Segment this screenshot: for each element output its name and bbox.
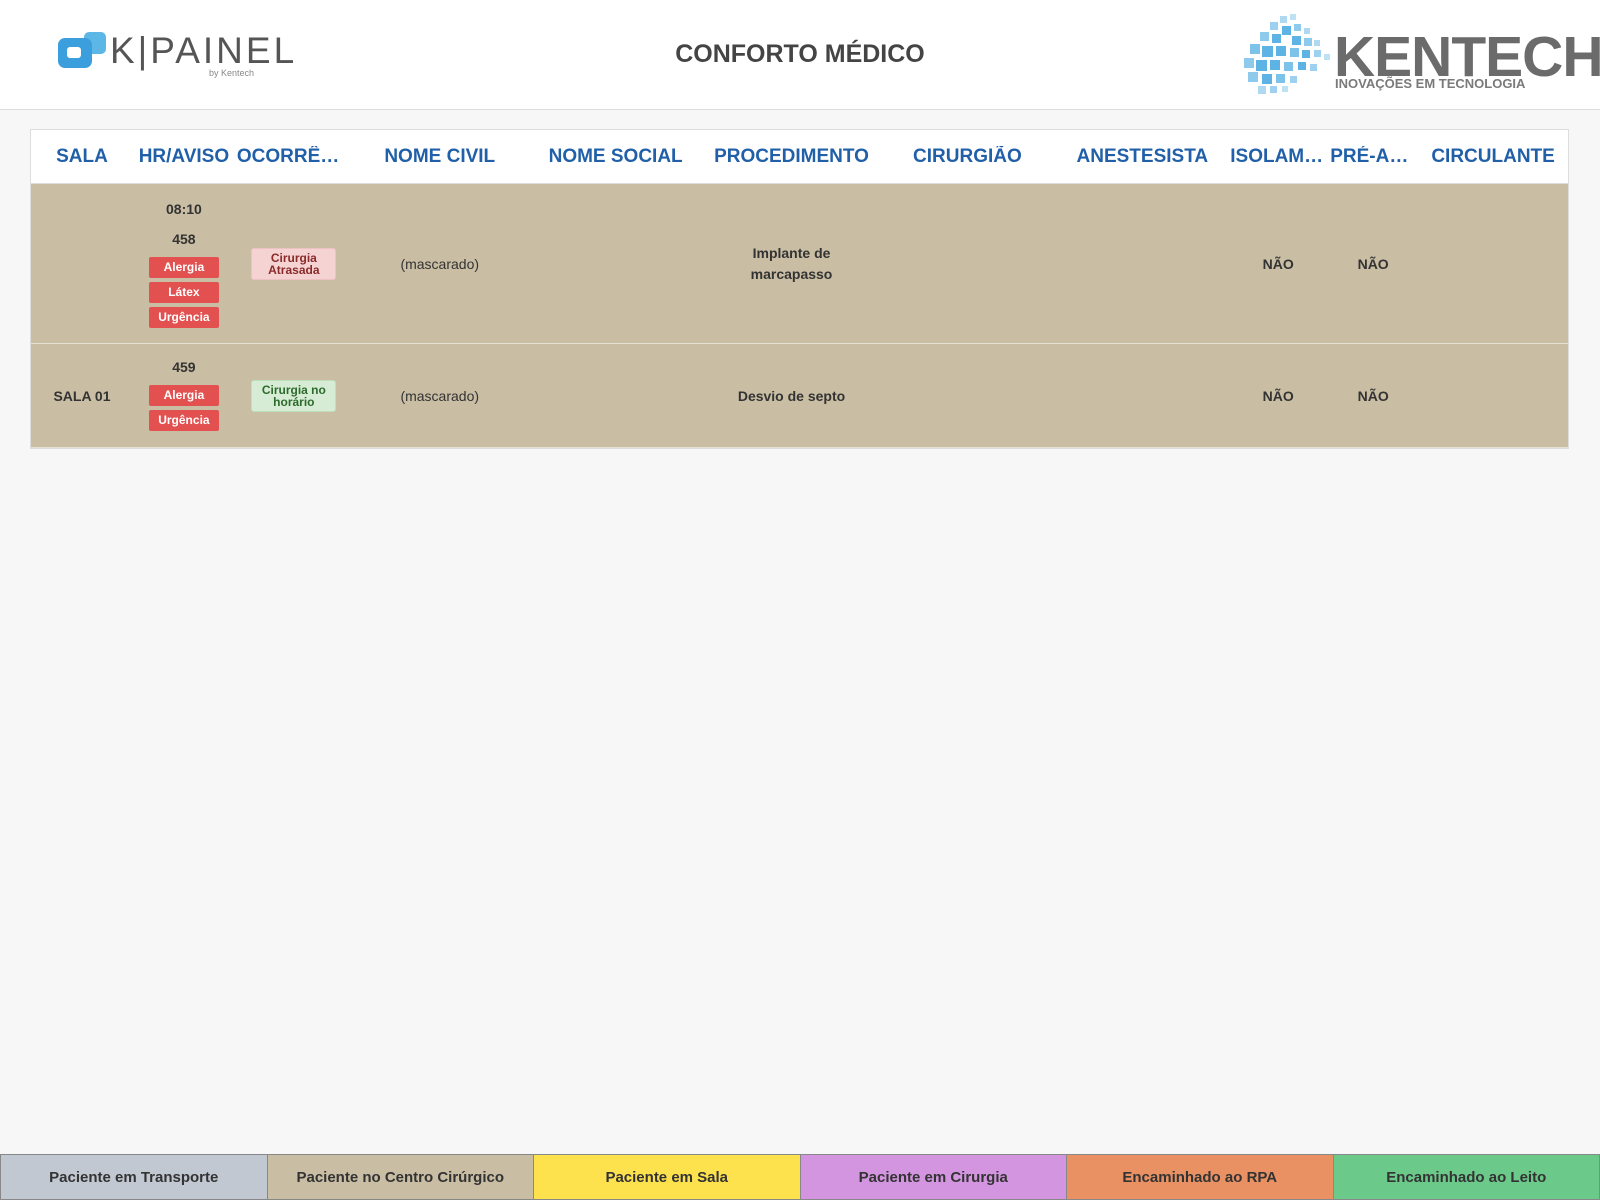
- alert-tag-urgencia: Urgência: [148, 409, 219, 431]
- alert-tag-alergia: Alergia: [148, 257, 219, 278]
- kentech-logo-sub: INOVAÇÕES EM TECNOLOGIA: [1335, 76, 1526, 91]
- cell-hr-aviso: 08:10 458 Alergia Látex Urgência: [133, 197, 235, 330]
- col-ocorrencia[interactable]: OCORRÊNCI...: [235, 146, 353, 168]
- status-badge: Cirurgia no horário: [251, 379, 337, 412]
- aviso-number: 458: [172, 231, 196, 247]
- col-pre-anestesia[interactable]: PRÉ-ANE.: [1328, 146, 1418, 168]
- col-anestesista[interactable]: ANESTESISTA: [1056, 146, 1228, 168]
- col-nome-social[interactable]: NOME SOCIAL: [527, 146, 705, 168]
- col-cirurgiao[interactable]: CIRURGIÃO: [878, 146, 1056, 168]
- aviso-number: 459: [172, 358, 196, 375]
- table-row[interactable]: SALA 01 459 Alergia Urgência Cirurgia no…: [31, 344, 1568, 448]
- legend-leito: Encaminhado ao Leito: [1332, 1154, 1600, 1200]
- col-isolamento[interactable]: ISOLAME...: [1228, 146, 1328, 168]
- kentech-logo: KENTECH INOVAÇÕES EM TECNOLOGIA: [1242, 14, 1600, 96]
- cell-hr-aviso: 459 Alergia Urgência: [133, 359, 235, 433]
- legend-transporte: Paciente em Transporte: [0, 1154, 267, 1200]
- col-hr-aviso[interactable]: HR/AVISO: [133, 146, 235, 168]
- col-procedimento[interactable]: PROCEDIMENTO: [705, 146, 879, 168]
- cell-procedimento: Implante de marcapasso: [750, 244, 833, 282]
- app-header: K|PAINEL by Kentech CONFORTO MÉDICO KENT…: [0, 0, 1600, 110]
- cell-isolamento: NÃO: [1262, 387, 1294, 404]
- cell-nome-civil: (mascarado): [400, 387, 480, 404]
- hora: 08:10: [166, 201, 202, 217]
- alert-tag-alergia: Alergia: [148, 384, 219, 406]
- legend-em-cirurgia: Paciente em Cirurgia: [799, 1154, 1066, 1200]
- kentech-pixel-icon: [1244, 14, 1330, 94]
- cell-ocorrencia: Cirurgia no horário: [235, 379, 353, 412]
- table-header: SALA HR/AVISO OCORRÊNCI... NOME CIVIL NO…: [31, 130, 1568, 184]
- alert-tag-urgencia: Urgência: [148, 307, 219, 328]
- legend-centro-cirurgico: Paciente no Centro Cirúrgico: [266, 1154, 533, 1200]
- col-sala[interactable]: SALA: [31, 146, 133, 168]
- cell-sala: SALA 01: [53, 387, 111, 404]
- col-nome-civil[interactable]: NOME CIVIL: [353, 146, 527, 168]
- cell-pre-anestesia: NÃO: [1357, 387, 1389, 404]
- kpainel-logo-by: by Kentech: [209, 68, 255, 78]
- legend-em-sala: Paciente em Sala: [533, 1154, 800, 1200]
- cell-procedimento: Desvio de septo: [737, 387, 846, 404]
- legend-rpa: Encaminhado ao RPA: [1066, 1154, 1333, 1200]
- col-circulante[interactable]: CIRCULANTE: [1418, 146, 1568, 168]
- surgery-table: SALA HR/AVISO OCORRÊNCI... NOME CIVIL NO…: [30, 129, 1569, 449]
- status-badge: Cirurgia Atrasada: [251, 247, 337, 280]
- cell-isolamento: NÃO: [1262, 255, 1294, 272]
- cell-nome-civil: (mascarado): [400, 255, 480, 272]
- table-row[interactable]: 08:10 458 Alergia Látex Urgência Cirurgi…: [31, 184, 1568, 344]
- cell-pre-anestesia: NÃO: [1357, 255, 1389, 272]
- status-legend: Paciente em Transporte Paciente no Centr…: [0, 1154, 1600, 1200]
- alert-tag-latex: Látex: [148, 282, 219, 303]
- cell-ocorrencia: Cirurgia Atrasada: [235, 247, 353, 280]
